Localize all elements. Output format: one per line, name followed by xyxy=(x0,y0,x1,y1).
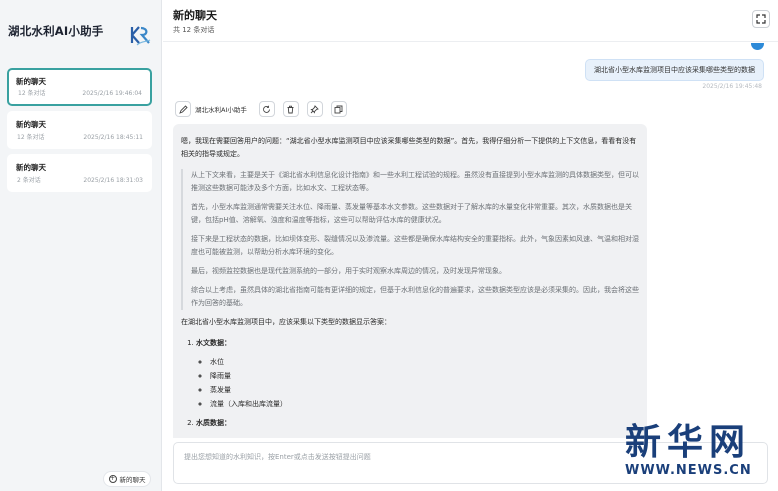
regenerate-button[interactable] xyxy=(258,101,275,117)
thinking-block: 从上下文来看，主要是关于《湖北省水利信息化设计指南》和一些水利工程试验的规程。虽… xyxy=(181,169,639,310)
pin-button[interactable] xyxy=(306,101,323,117)
refresh-icon xyxy=(263,105,271,113)
answer-list: 水文数据： 水位 降雨量 蒸发量 流量（入库和出库流量） 水质数据： xyxy=(196,337,639,430)
conversation-title: 新的聊天 xyxy=(16,163,46,172)
app-title: 湖北水利AI小助手 xyxy=(8,24,104,38)
section-title: 水质数据： xyxy=(196,419,231,427)
section-item: 蒸发量 xyxy=(210,384,639,397)
watermark-text: 新华网 xyxy=(625,422,752,463)
conversation-item[interactable]: 新的聊天 12 条对话 2025/2/16 18:45:11 xyxy=(7,111,152,149)
sidebar-header: 湖北水利AI小助手 xyxy=(0,0,161,62)
conversation-date: 2025/2/16 18:31:03 xyxy=(83,177,143,184)
watermark-logo: 新华网 WWW.NEWS.CN xyxy=(625,413,773,485)
copy-button[interactable] xyxy=(330,101,347,117)
new-chat-label: 新的聊天 xyxy=(119,476,146,484)
conversation-count: 12 条对话 xyxy=(17,134,45,141)
section-item: 流量（入库和出库流量） xyxy=(210,398,639,411)
conversation-title: 新的聊天 xyxy=(16,77,46,86)
edit-button[interactable] xyxy=(175,101,191,117)
expand-icon xyxy=(756,14,766,24)
section-item: 降雨量 xyxy=(210,370,639,383)
conversation-date: 2025/2/16 19:46:04 xyxy=(82,90,142,97)
conversation-list: 新的聊天 12 条对话 2025/2/16 19:46:04 新的聊天 12 条… xyxy=(7,68,152,197)
bot-message-toolbar: 湖北水利AI小助手 xyxy=(175,101,347,117)
bot-message: 嗯，我现在需要回答用户的问题：“湖北省小型水库监测项目中应该采集哪些类型的数据”… xyxy=(173,124,647,438)
pencil-icon xyxy=(178,104,188,114)
chat-input-placeholder: 提出您想知道的水利知识，按Enter或点击发送按钮提出问题 xyxy=(184,453,371,461)
thinking-paragraph: 从上下文来看，主要是关于《湖北省水利信息化设计指南》和一些水利工程试验的规程。虽… xyxy=(191,171,639,192)
bot-name: 湖北水利AI小助手 xyxy=(195,106,247,114)
thinking-paragraph: 综合以上考虑，虽然具体的湖北省指南可能有更详细的规定，但基于水利信息化的普遍要求… xyxy=(191,286,639,307)
app-logo-icon xyxy=(130,26,151,46)
thinking-paragraph: 首先，小型水库监测通常需要关注水位、降雨量、蒸发量等基本水文参数。这些数据对于了… xyxy=(191,203,632,224)
answer-section: 水质数据： xyxy=(196,417,639,430)
chat-header: 新的聊天 共 12 条对话 xyxy=(163,0,778,42)
thinking-paragraph: 接下来是工程状态的数据，比如坝体变形、裂缝情况以及渗流量。这些都是确保水库结构安… xyxy=(191,235,639,256)
sidebar: 湖北水利AI小助手 新的聊天 12 条对话 2025/2/16 19:46:04… xyxy=(0,0,162,491)
delete-button[interactable] xyxy=(282,101,299,117)
new-chat-button[interactable]: + 新的聊天 xyxy=(103,471,151,487)
user-message-time: 2025/2/16 19:45:48 xyxy=(702,83,762,90)
section-item: 水位 xyxy=(210,356,639,369)
conversation-title: 新的聊天 xyxy=(16,120,46,129)
conversation-count: 12 条对话 xyxy=(18,90,46,97)
trash-icon xyxy=(287,105,294,113)
section-items: 水位 降雨量 蒸发量 流量（入库和出库流量） xyxy=(210,356,639,411)
user-avatar xyxy=(751,43,764,50)
conversation-count: 2 条对话 xyxy=(17,177,41,184)
conversation-item[interactable]: 新的聊天 12 条对话 2025/2/16 19:46:04 xyxy=(7,68,152,106)
fullscreen-button[interactable] xyxy=(752,10,770,28)
bot-lead-text: 嗯，我现在需要回答用户的问题：“湖北省小型水库监测项目中应该采集哪些类型的数据”… xyxy=(181,137,637,158)
user-message: 湖北省小型水库监测项目中应该采集哪些类型的数据 xyxy=(585,59,764,81)
pin-icon xyxy=(310,104,320,114)
chat-subtitle: 共 12 条对话 xyxy=(173,26,215,34)
message-area[interactable]: 湖北省小型水库监测项目中应该采集哪些类型的数据 2025/2/16 19:45:… xyxy=(163,43,778,438)
watermark-url: WWW.NEWS.CN xyxy=(625,463,752,478)
conversation-item[interactable]: 新的聊天 2 条对话 2025/2/16 18:31:03 xyxy=(7,154,152,192)
copy-icon xyxy=(334,105,343,113)
conversation-date: 2025/2/16 18:45:11 xyxy=(83,134,143,141)
thinking-paragraph: 最后，视频监控数据也是现代监测系统的一部分，用于实时观察水库周边的情况，及时发现… xyxy=(191,267,506,275)
section-title: 水文数据： xyxy=(196,339,231,347)
chat-title: 新的聊天 xyxy=(173,9,217,22)
answer-section: 水文数据： 水位 降雨量 蒸发量 流量（入库和出库流量） xyxy=(196,337,639,411)
plus-icon: + xyxy=(108,475,117,483)
answer-intro: 在湖北省小型水库监测项目中，应该采集以下类型的数据显示答案： xyxy=(181,318,391,326)
